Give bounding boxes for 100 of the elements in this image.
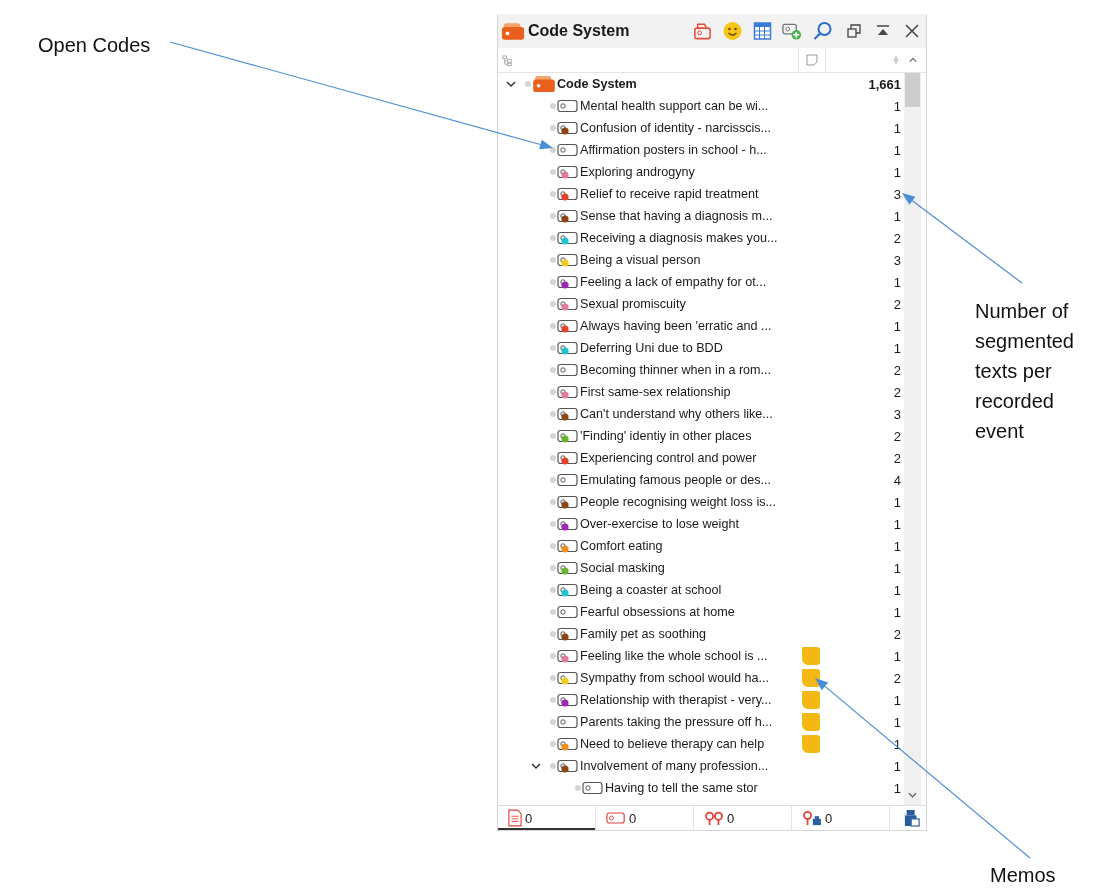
activation-dot[interactable] <box>550 543 556 549</box>
code-label[interactable]: Emulating famous people or des... <box>580 473 772 487</box>
memo-column-icon[interactable] <box>806 54 818 66</box>
scroll-up-icon[interactable] <box>908 55 917 65</box>
code-label[interactable]: Confusion of identity - narcisscis... <box>580 121 772 135</box>
code-label[interactable]: Always having been 'erratic and ... <box>580 319 772 333</box>
activation-dot[interactable] <box>550 719 556 725</box>
code-set-icon[interactable] <box>692 21 713 41</box>
activation-dot[interactable] <box>550 235 556 241</box>
activation-dot[interactable] <box>550 499 556 505</box>
activation-dot[interactable] <box>525 81 531 87</box>
code-label[interactable]: Sexual promiscuity <box>580 297 686 311</box>
code-label[interactable]: Code System <box>557 77 637 91</box>
code-label[interactable]: Can't understand why others like... <box>580 407 773 421</box>
code-label[interactable]: Feeling a lack of empathy for ot... <box>580 275 767 289</box>
segment-count: 3 <box>892 252 902 268</box>
search-icon[interactable] <box>812 21 833 41</box>
footer-tab[interactable]: 0 <box>694 806 792 830</box>
tree-view-icon[interactable] <box>502 54 513 66</box>
memo-icon[interactable] <box>802 669 820 687</box>
code-label[interactable]: Over-exercise to lose weight <box>580 517 739 531</box>
footer-tab[interactable]: 0 <box>498 806 596 830</box>
code-label[interactable]: Involvement of many profession... <box>580 759 769 773</box>
restore-icon[interactable] <box>846 23 862 39</box>
code-label[interactable]: Mental health support can be wi... <box>580 99 769 113</box>
activation-dot[interactable] <box>550 301 556 307</box>
activation-dot[interactable] <box>550 565 556 571</box>
activation-dot[interactable] <box>550 389 556 395</box>
code-label[interactable]: Relationship with therapist - very... <box>580 693 772 707</box>
code-label[interactable]: Sympathy from school would ha... <box>580 671 769 685</box>
code-label[interactable]: Comfort eating <box>580 539 663 553</box>
activation-dot[interactable] <box>550 763 556 769</box>
segment-count: 3 <box>892 406 902 422</box>
code-tag-icon <box>557 99 578 113</box>
expand-chevron-icon[interactable] <box>506 80 516 88</box>
code-label[interactable]: Need to believe therapy can help <box>580 737 765 751</box>
activation-dot[interactable] <box>550 367 556 373</box>
activation-dot[interactable] <box>550 609 556 615</box>
activation-dot[interactable] <box>550 279 556 285</box>
activation-dot[interactable] <box>550 697 556 703</box>
segment-count: 1 <box>892 98 902 114</box>
scrollbar[interactable] <box>904 73 921 805</box>
code-label[interactable]: Being a coaster at school <box>580 583 722 597</box>
close-icon[interactable] <box>904 23 920 39</box>
activation-dot[interactable] <box>550 323 556 329</box>
code-label[interactable]: First same-sex relationship <box>580 385 731 399</box>
expand-chevron-icon[interactable] <box>531 762 541 770</box>
activation-dot[interactable] <box>550 103 556 109</box>
activation-dot[interactable] <box>550 257 556 263</box>
new-code-icon[interactable] <box>782 21 803 41</box>
memo-icon[interactable] <box>802 691 820 709</box>
activation-dot[interactable] <box>550 631 556 637</box>
segment-count: 1 <box>892 714 902 730</box>
activation-dot[interactable] <box>550 411 556 417</box>
sort-icon[interactable] <box>892 55 900 65</box>
code-label[interactable]: Social masking <box>580 561 665 575</box>
activation-dot[interactable] <box>550 653 556 659</box>
segment-count: 2 <box>892 670 902 686</box>
activation-dot[interactable] <box>550 213 556 219</box>
activation-dot[interactable] <box>550 675 556 681</box>
scrollbar-thumb[interactable] <box>905 73 920 107</box>
code-label[interactable]: Experiencing control and power <box>580 451 757 465</box>
activation-dot[interactable] <box>550 169 556 175</box>
code-label[interactable]: Being a visual person <box>580 253 701 267</box>
code-label[interactable]: Becoming thinner when in a rom... <box>580 363 772 377</box>
segment-count: 1 <box>892 780 902 796</box>
code-label[interactable]: Parents taking the pressure off h... <box>580 715 773 729</box>
activation-dot[interactable] <box>575 785 581 791</box>
code-label[interactable]: Deferring Uni due to BDD <box>580 341 723 355</box>
node-weight-icon <box>802 810 822 826</box>
activation-dot[interactable] <box>550 477 556 483</box>
activation-dot[interactable] <box>550 587 556 593</box>
activation-dot[interactable] <box>550 191 556 197</box>
code-label[interactable]: 'Finding' identiy in other places <box>580 429 752 443</box>
code-label[interactable]: Exploring androgyny <box>580 165 695 179</box>
footer-tab[interactable]: 0 <box>792 806 890 830</box>
footer-tab[interactable]: 0 <box>596 806 694 830</box>
activation-dot[interactable] <box>550 125 556 131</box>
memo-icon[interactable] <box>802 713 820 731</box>
scroll-down-icon[interactable] <box>908 791 917 799</box>
code-label[interactable]: Feeling like the whole school is ... <box>580 649 768 663</box>
code-label[interactable]: Receiving a diagnosis makes you... <box>580 231 778 245</box>
memo-icon[interactable] <box>802 735 820 753</box>
code-label[interactable]: Relief to receive rapid treatment <box>580 187 759 201</box>
activation-dot[interactable] <box>550 741 556 747</box>
code-label[interactable]: Family pet as soothing <box>580 627 706 641</box>
code-label[interactable]: Affirmation posters in school - h... <box>580 143 767 157</box>
code-label[interactable]: Fearful obsessions at home <box>580 605 735 619</box>
activation-dot[interactable] <box>550 345 556 351</box>
segment-count: 2 <box>892 296 902 312</box>
table-icon[interactable] <box>752 21 773 41</box>
smiley-icon[interactable] <box>722 21 743 41</box>
activation-dot[interactable] <box>550 455 556 461</box>
code-label[interactable]: Having to tell the same stor <box>605 781 758 795</box>
code-label[interactable]: Sense that having a diagnosis m... <box>580 209 773 223</box>
activation-dot[interactable] <box>550 433 556 439</box>
activation-dot[interactable] <box>550 521 556 527</box>
stamp-icon[interactable] <box>904 809 920 827</box>
code-label[interactable]: People recognising weight loss is... <box>580 495 776 509</box>
memo-icon[interactable] <box>802 647 820 665</box>
